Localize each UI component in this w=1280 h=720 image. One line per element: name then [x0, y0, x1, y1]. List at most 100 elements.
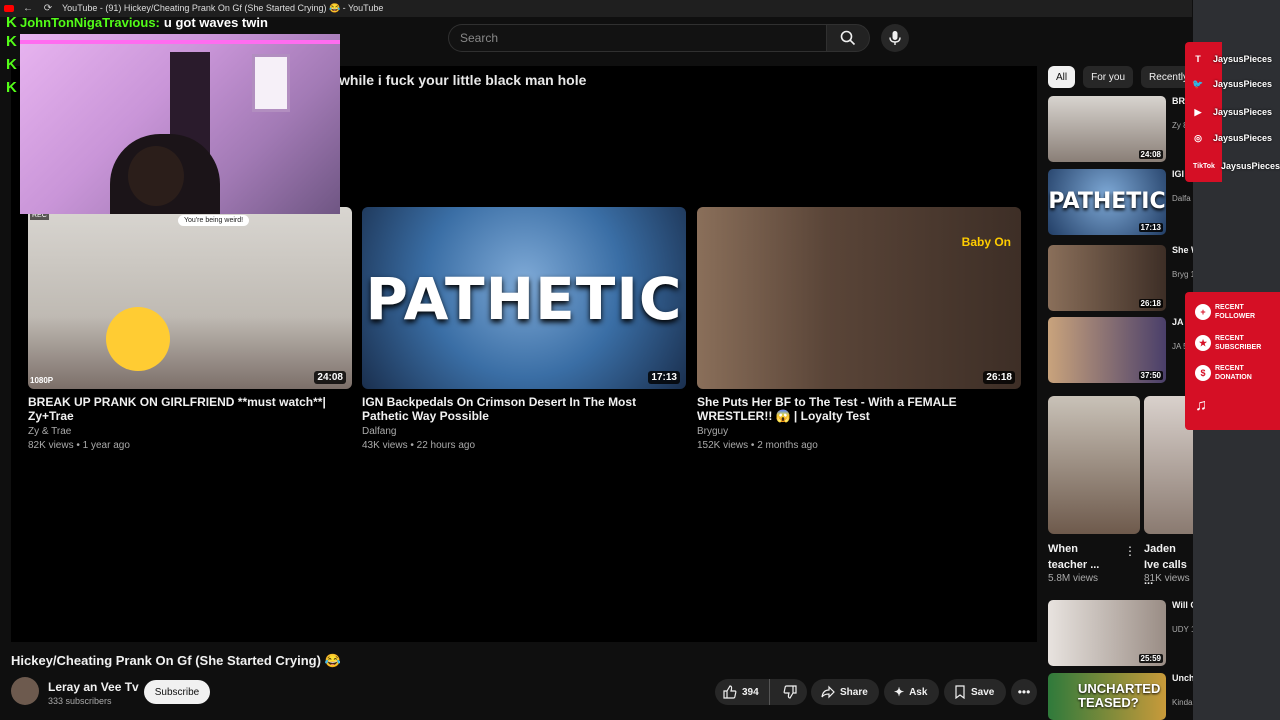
tiktok-icon: TikTok: [1193, 162, 1215, 170]
short-views: 81K views: [1144, 573, 1190, 584]
short-thumbnail[interactable]: [1048, 396, 1140, 534]
sidebar-video-2[interactable]: PATHETIC 17:13 IGI Dese Dalfa 43K New: [1048, 169, 1194, 235]
recent-subscriber: ★ RECENT SUBSCRIBER: [1195, 334, 1261, 352]
twitch-icon: T: [1195, 54, 1201, 64]
kebab-menu-icon[interactable]: ⋮: [1124, 544, 1136, 558]
reload-icon[interactable]: ⟳: [42, 3, 54, 14]
ask-label: Ask: [909, 686, 928, 698]
streamer-head: [128, 146, 184, 206]
chip-all[interactable]: All: [1048, 66, 1076, 88]
music-note-icon: ♫: [1195, 397, 1207, 414]
sidebar-video-title: Unch Dog: [1172, 673, 1194, 683]
now-playing: ♫: [1195, 397, 1207, 415]
alert-label: RECENT FOLLOWER: [1215, 304, 1256, 320]
social-tiktok: TikTok JaysusPieces: [1191, 156, 1280, 176]
chat-text: u got waves twin: [163, 14, 268, 30]
short-title[interactable]: When teacher ...: [1048, 541, 1118, 573]
sidebar-filter-chips: All For you Recently: [1048, 66, 1196, 88]
video-duration: 26:18: [1138, 299, 1163, 308]
microphone-icon: [889, 31, 901, 45]
end-screen-title: She Puts Her BF to The Test - With a FEM…: [697, 395, 957, 423]
streamer-webcam: [20, 34, 340, 214]
end-screen-title: BREAK UP PRANK ON GIRLFRIEND **must watc…: [28, 395, 326, 423]
end-screen-thumbnail: REC You're being weird! 1080P 24:08: [28, 207, 352, 389]
chat-overlay-partial-message: while i fuck your little black man hole: [339, 72, 587, 88]
short-views: 5.8M views: [1048, 573, 1099, 584]
share-button[interactable]: Share: [811, 679, 879, 705]
ask-button[interactable]: ✦ Ask: [884, 679, 939, 705]
social-handle: JaysusPieces: [1213, 107, 1273, 117]
sidebar-thumbnail: PATHETIC 17:13: [1048, 169, 1166, 235]
chat-username: JohnTonNigaTravious:: [20, 14, 160, 30]
speech-bubble: You're being weird!: [178, 215, 250, 226]
search-button[interactable]: [826, 24, 870, 52]
sidebar-video-5[interactable]: 25:59 Will Clier UDY 1.6M: [1048, 600, 1194, 666]
alert-label: RECENT DONATION: [1215, 365, 1252, 381]
social-instagram: ◎ JaysusPieces: [1191, 128, 1272, 148]
social-handle: JaysusPieces: [1221, 161, 1280, 171]
end-screen-meta: 82K views • 1 year ago: [28, 440, 130, 451]
social-handle: JaysusPieces: [1213, 79, 1273, 89]
sidebar-thumbnail: 37:50: [1048, 317, 1166, 383]
save-button[interactable]: Save: [944, 679, 1006, 705]
dislike-button[interactable]: [775, 685, 797, 699]
thumbnail-overlay-text: PATHETIC: [1048, 189, 1166, 214]
thumbs-down-icon: [783, 685, 797, 699]
subscriber-icon: ★: [1195, 335, 1211, 351]
window: [252, 54, 290, 112]
thumbnail-overlay-text: PATHETIC: [365, 265, 683, 333]
kick-icon: K: [6, 13, 17, 31]
tab-title: YouTube - (91) Hickey/Cheating Prank On …: [62, 3, 384, 13]
like-count: 394: [742, 686, 759, 698]
follower-icon: +: [1195, 304, 1211, 320]
thumbs-up-icon: [723, 685, 737, 699]
share-label: Share: [840, 686, 868, 698]
social-handle: JaysusPieces: [1213, 133, 1273, 143]
video-duration: 24:08: [314, 371, 346, 384]
like-button[interactable]: 394: [715, 679, 770, 705]
subscriber-count: 333 subscribers: [48, 696, 112, 706]
channel-name[interactable]: Leray an Vee Tv: [48, 680, 139, 694]
voice-search-button[interactable]: [881, 24, 909, 52]
sidebar-video-title: She With: [1172, 245, 1194, 255]
search-input[interactable]: Search: [448, 24, 826, 52]
bookmark-icon: [955, 685, 965, 699]
sidebar-thumbnail: 26:18: [1048, 245, 1166, 311]
sidebar-thumbnail: 24:08: [1048, 96, 1166, 162]
video-duration: 26:18: [983, 371, 1015, 384]
end-screen-channel: Dalfang: [362, 426, 397, 437]
thumbnail-overlay-text: UNCHARTED TEASED?: [1078, 681, 1161, 710]
resolution-tag: 1080P: [30, 376, 54, 385]
chip-for-you[interactable]: For you: [1083, 66, 1134, 88]
end-screen-title: IGN Backpedals On Crimson Desert In The …: [362, 395, 637, 423]
end-screen-meta: 152K views • 2 months ago: [697, 440, 818, 451]
sidebar-video-3[interactable]: 26:18 She With Bryg 15: [1048, 245, 1194, 311]
end-screen-video-2[interactable]: PATHETIC 17:13 IGN Backpedals On Crimson…: [362, 207, 686, 451]
sidebar-video-4[interactable]: 37:50 JA SC JA 51: [1048, 317, 1194, 383]
recent-donation: $ RECENT DONATION: [1195, 364, 1252, 382]
video-title: Hickey/Cheating Prank On Gf (She Started…: [11, 653, 341, 668]
end-screen-channel: Bryguy: [697, 426, 729, 437]
instagram-icon: ◎: [1194, 132, 1202, 143]
pensive-emoji-icon: [106, 307, 170, 371]
search-icon: [840, 30, 856, 46]
shorts-shelf: When teacher ... ⋮ 5.8M views Jaden Ive …: [1048, 396, 1236, 591]
sidebar-video-meta: Dalfa 43K New: [1172, 194, 1194, 203]
end-screen-thumbnail: Baby On 26:18: [697, 207, 1021, 389]
led-strip: [20, 40, 340, 44]
sidebar-video-1[interactable]: 24:08 BR GI Zy 82: [1048, 96, 1194, 162]
social-twitter: 🐦 JaysusPieces: [1191, 74, 1272, 94]
more-actions-button[interactable]: •••: [1011, 679, 1037, 705]
sidebar-thumbnail: 25:59: [1048, 600, 1166, 666]
avatar[interactable]: [11, 677, 39, 705]
video-duration: 25:59: [1138, 654, 1163, 663]
back-icon[interactable]: ←: [22, 3, 34, 14]
end-screen-meta: 43K views • 22 hours ago: [362, 440, 476, 451]
end-screen-video-3[interactable]: Baby On 26:18 She Puts Her BF to The Tes…: [697, 207, 1021, 451]
sparkle-icon: ✦: [894, 685, 905, 699]
end-screen-video-1[interactable]: REC You're being weird! 1080P 24:08 BREA…: [28, 207, 352, 451]
twitter-icon: 🐦: [1192, 78, 1204, 89]
subscribe-button[interactable]: Subscribe: [144, 680, 210, 704]
thumbnail-badge: Baby On: [961, 235, 1011, 249]
sidebar-video-6[interactable]: UNCHARTED TEASED? Unch Dog Kinda: [1048, 673, 1194, 720]
